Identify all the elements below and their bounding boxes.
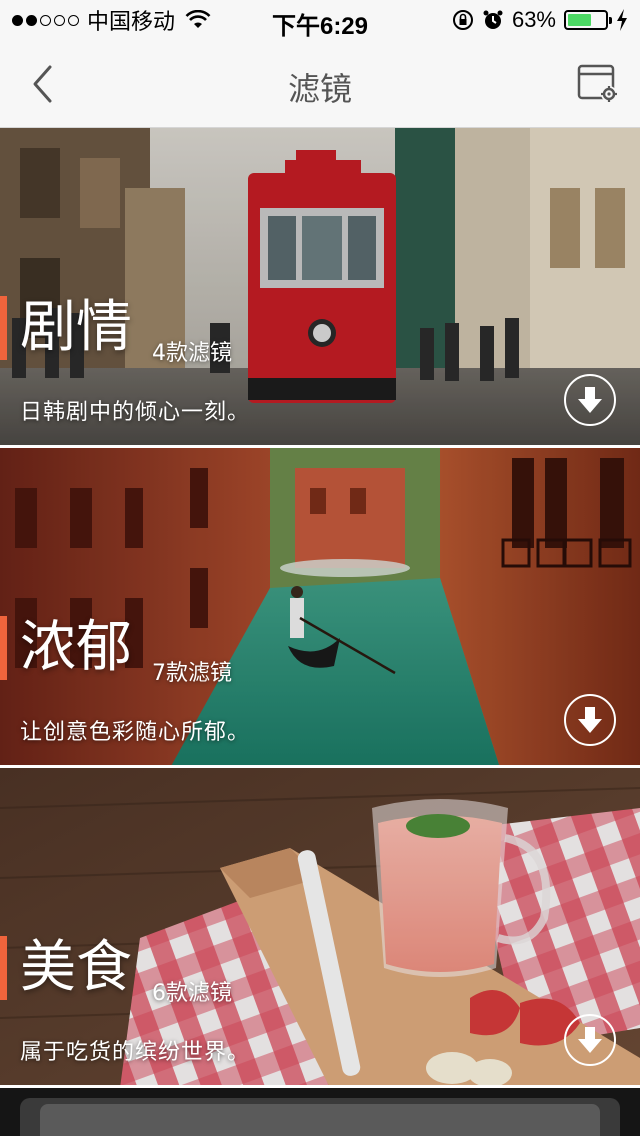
battery-percent: 63% — [511, 7, 556, 32]
window-gear-icon — [577, 64, 617, 102]
status-bar: 中国移动 下午6:29 63% — [0, 0, 640, 40]
film-frame-photo — [0, 1088, 640, 1136]
filter-list: 剧情 4款滤镜 日韩剧中的倾心一刻。 浓郁 7款滤镜 让创意色彩随心所郁。 美食… — [0, 128, 640, 1136]
accent-bar — [0, 936, 7, 1000]
filter-count: 6款滤镜 — [152, 981, 232, 1006]
page-title: 滤镜 — [287, 70, 352, 108]
filter-card-food[interactable]: 美食 6款滤镜 属于吃货的缤纷世界。 — [0, 768, 640, 1088]
chevron-left-icon — [33, 65, 52, 103]
filter-screen: 中国移动 下午6:29 63% 滤镜 剧情 4款滤镜 日韩剧中的倾心一刻。 浓郁… — [0, 0, 640, 1136]
download-arrow-icon — [578, 707, 602, 733]
download-arrow-icon — [578, 1027, 602, 1053]
download-button[interactable] — [564, 374, 616, 426]
status-right: 63% — [452, 6, 628, 34]
wifi-icon — [185, 10, 211, 28]
filter-card-rich[interactable]: 浓郁 7款滤镜 让创意色彩随心所郁。 — [0, 448, 640, 768]
alarm-clock-icon — [483, 10, 503, 29]
signal-strength-icon — [12, 14, 79, 26]
filter-settings-button[interactable] — [576, 62, 620, 106]
download-button[interactable] — [564, 694, 616, 746]
filter-count: 7款滤镜 — [152, 661, 232, 686]
charging-bolt-icon — [617, 9, 627, 31]
filter-title: 剧情 — [20, 295, 132, 360]
navigation-bar: 滤镜 — [0, 40, 640, 128]
download-button[interactable] — [564, 1014, 616, 1066]
filter-count: 4款滤镜 — [152, 341, 232, 366]
battery-icon — [564, 10, 612, 30]
rotation-lock-icon — [452, 10, 473, 30]
accent-bar — [0, 616, 7, 680]
download-arrow-icon — [578, 387, 602, 413]
filter-card-drama[interactable]: 剧情 4款滤镜 日韩剧中的倾心一刻。 — [0, 128, 640, 448]
carrier-name: 中国移动 — [87, 9, 176, 34]
battery-level-fill — [568, 14, 591, 26]
back-button[interactable] — [20, 62, 64, 106]
filter-description: 属于吃货的缤纷世界。 — [20, 1040, 251, 1065]
filter-description: 让创意色彩随心所郁。 — [20, 720, 251, 745]
filter-card-partial[interactable] — [0, 1088, 640, 1136]
filter-title: 浓郁 — [20, 615, 132, 680]
filter-title: 美食 — [20, 935, 132, 1000]
accent-bar — [0, 296, 7, 360]
filter-description: 日韩剧中的倾心一刻。 — [20, 400, 251, 425]
status-left: 中国移动 — [12, 6, 211, 34]
